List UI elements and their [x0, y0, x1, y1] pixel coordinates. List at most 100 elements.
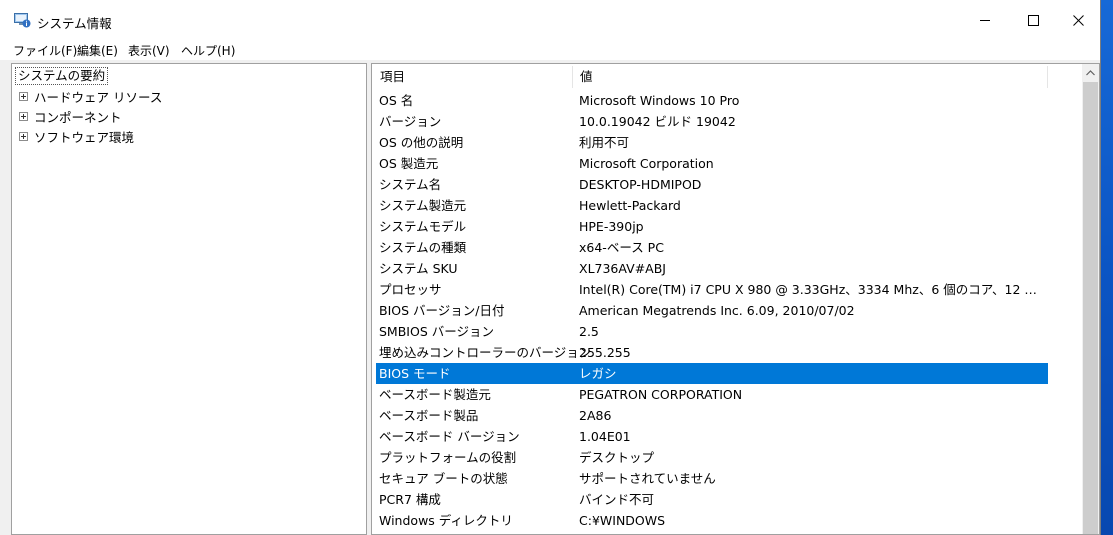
cell-value: サポートされていません: [579, 471, 716, 486]
window-title: システム情報: [37, 16, 112, 31]
cell-value: HPE-390jp: [579, 219, 644, 234]
cell-value: DESKTOP-HDMIPOD: [579, 177, 702, 192]
cell-item: システムの種類: [379, 240, 467, 255]
title-bar[interactable]: システム情報: [0, 0, 1100, 40]
column-header-item[interactable]: 項目: [380, 64, 405, 88]
table-row[interactable]: プラットフォームの役割 デスクトップ: [376, 447, 1048, 468]
details-list[interactable]: 項目 値 OS 名 Microsoft Windows 10 Pro バージョン 10…: [371, 63, 1100, 535]
cell-value: XL736AV#ABJ: [579, 261, 666, 276]
column-header-value[interactable]: 値: [580, 64, 593, 88]
table-row[interactable]: バージョン 10.0.19042 ビルド 19042: [376, 111, 1048, 132]
cell-item: BIOS モード: [379, 366, 451, 381]
cell-value: Intel(R) Core(TM) i7 CPU X 980 @ 3.33GHz…: [579, 282, 1047, 297]
cell-item: ベースボード バージョン: [379, 429, 520, 444]
table-row[interactable]: OS の他の説明 利用不可: [376, 132, 1048, 153]
cell-value: 10.0.19042 ビルド 19042: [579, 114, 736, 129]
cell-value: デスクトップ: [579, 450, 655, 465]
cell-value: 255.255: [579, 345, 631, 360]
scroll-up-button[interactable]: [1082, 64, 1099, 81]
cell-item: システム名: [379, 177, 442, 192]
cell-item: プラットフォームの役割: [379, 450, 517, 465]
expand-icon[interactable]: [19, 111, 28, 121]
system-information-window: システム情報 ファイル(F) 編集(E) 表示(V) ヘルプ(H) システムの要…: [0, 0, 1101, 535]
table-row[interactable]: 埋め込みコントローラーのバージョン 255.255: [376, 342, 1048, 363]
cell-item: SMBIOS バージョン: [379, 324, 494, 339]
table-row[interactable]: システム製造元 Hewlett-Packard: [376, 195, 1048, 216]
table-row[interactable]: プロセッサ Intel(R) Core(TM) i7 CPU X 980 @ 3.…: [376, 279, 1048, 300]
cell-item: PCR7 構成: [379, 492, 441, 507]
tree-item-system-summary[interactable]: システムの要約: [15, 67, 109, 85]
table-row[interactable]: Windows ディレクトリ C:¥WINDOWS: [376, 510, 1048, 531]
cell-item: OS 名: [379, 93, 414, 108]
cell-item: システム SKU: [379, 261, 458, 276]
cell-value: Microsoft Corporation: [579, 156, 714, 171]
table-row[interactable]: ベースボード バージョン 1.04E01: [376, 426, 1048, 447]
table-row[interactable]: OS 製造元 Microsoft Corporation: [376, 153, 1048, 174]
column-divider[interactable]: [1047, 66, 1048, 88]
minimize-icon: [979, 19, 990, 21]
table-row[interactable]: ベースボード製造元 PEGATRON CORPORATION: [376, 384, 1048, 405]
cell-value: American Megatrends Inc. 6.09, 2010/07/0…: [579, 303, 855, 318]
column-divider[interactable]: [572, 66, 573, 88]
system-information-icon: [14, 13, 31, 28]
desktop-background: [1101, 0, 1113, 535]
table-row[interactable]: システムの種類 x64-ベース PC: [376, 237, 1048, 258]
cell-value: Hewlett-Packard: [579, 198, 681, 213]
tree-item-label: ソフトウェア環境: [34, 129, 135, 145]
list-header: 項目 値: [372, 64, 1082, 88]
cell-value: 2.5: [579, 324, 599, 339]
cell-item: Windows ディレクトリ: [379, 513, 513, 528]
menu-help[interactable]: ヘルプ(H): [181, 41, 235, 60]
menu-bar: ファイル(F) 編集(E) 表示(V) ヘルプ(H): [0, 40, 1100, 60]
tree-item-hardware-resources[interactable]: ハードウェア リソース: [19, 87, 162, 105]
cell-value: バインド不可: [579, 492, 655, 507]
maximize-icon: [1027, 14, 1039, 26]
category-tree[interactable]: システムの要約 ハードウェア リソース コンポーネント ソフトウェア環境: [11, 63, 367, 535]
menu-edit[interactable]: 編集(E): [77, 41, 118, 60]
table-row[interactable]: OS 名 Microsoft Windows 10 Pro: [376, 90, 1048, 111]
expand-icon[interactable]: [19, 131, 28, 141]
table-row[interactable]: BIOS モード レガシ: [376, 363, 1048, 384]
cell-item: BIOS バージョン/日付: [379, 303, 505, 318]
cell-value: 1.04E01: [579, 429, 631, 444]
menu-view[interactable]: 表示(V): [128, 41, 170, 60]
vertical-scrollbar[interactable]: [1082, 64, 1099, 534]
table-row[interactable]: システム SKU XL736AV#ABJ: [376, 258, 1048, 279]
tree-item-label: ハードウェア リソース: [34, 89, 163, 105]
cell-value: PEGATRON CORPORATION: [579, 387, 743, 402]
scroll-thumb[interactable]: [1083, 82, 1098, 534]
cell-item: プロセッサ: [379, 282, 442, 297]
cell-value: 利用不可: [579, 135, 630, 150]
cell-item: ベースボード製造元: [379, 387, 491, 402]
tree-item-components[interactable]: コンポーネント: [19, 107, 122, 125]
table-row[interactable]: BIOS バージョン/日付 American Megatrends Inc. 6.…: [376, 300, 1048, 321]
cell-item: ベースボード製品: [379, 408, 479, 423]
chevron-up-icon: [1086, 69, 1095, 75]
cell-value: Microsoft Windows 10 Pro: [579, 93, 740, 108]
maximize-button[interactable]: [1010, 0, 1056, 40]
cell-item: OS 製造元: [379, 156, 439, 171]
cell-value: x64-ベース PC: [579, 240, 664, 255]
menu-file[interactable]: ファイル(F): [13, 41, 77, 60]
table-row[interactable]: システムモデル HPE-390jp: [376, 216, 1048, 237]
cell-item: セキュア ブートの状態: [379, 471, 508, 486]
cell-item: OS の他の説明: [379, 135, 464, 150]
table-row[interactable]: PCR7 構成 バインド不可: [376, 489, 1048, 510]
table-row[interactable]: セキュア ブートの状態 サポートされていません: [376, 468, 1048, 489]
tree-item-software-environment[interactable]: ソフトウェア環境: [19, 127, 134, 145]
cell-value: 2A86: [579, 408, 612, 423]
table-row[interactable]: システム名 DESKTOP-HDMIPOD: [376, 174, 1048, 195]
expand-icon[interactable]: [19, 91, 28, 101]
cell-item: 埋め込みコントローラーのバージョン: [379, 345, 592, 360]
tree-item-label: コンポーネント: [34, 109, 122, 125]
close-icon: [1072, 14, 1084, 26]
cell-value: C:¥WINDOWS: [579, 513, 666, 528]
cell-item: システム製造元: [379, 198, 467, 213]
cell-item: バージョン: [379, 114, 442, 129]
minimize-button[interactable]: [962, 0, 1008, 40]
table-row[interactable]: ベースボード製品 2A86: [376, 405, 1048, 426]
cell-value: レガシ: [579, 366, 617, 381]
cell-item: システムモデル: [379, 219, 467, 234]
close-button[interactable]: [1055, 0, 1101, 40]
table-row[interactable]: SMBIOS バージョン 2.5: [376, 321, 1048, 342]
